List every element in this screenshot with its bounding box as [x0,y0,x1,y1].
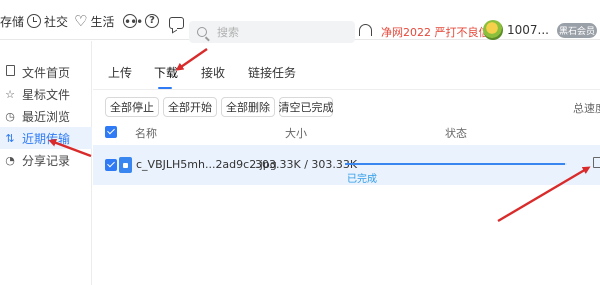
image-file-icon [119,157,132,173]
column-status: 状态 [445,127,467,140]
more-button[interactable]: ••• [123,12,143,30]
nav-life[interactable]: ♡ 生活 [74,12,114,30]
sidebar-item-label: 文件首页 [22,65,71,80]
nav-social-label: 社交 [44,14,69,29]
file-icon [4,65,16,79]
sidebar-item-label: 最近浏览 [22,109,71,124]
search-icon [197,27,207,37]
sidebar-item-transfer[interactable]: ⇅ 近期传输 [0,127,92,149]
search-box[interactable] [189,21,355,43]
sidebar-item-label: 近期传输 [22,131,71,146]
help-button[interactable]: ? [145,12,162,30]
sidebar-item-starred[interactable]: ☆ 星标文件 [0,83,92,105]
sidebar-item-home[interactable]: 文件首页 [0,61,92,83]
sidebar-item-recent[interactable]: ◷ 最近浏览 [0,105,92,127]
sidebar-item-label: 星标文件 [22,87,71,102]
nav-storage-label: 存储 [0,14,25,29]
table-header: 名称 大小 状态 [93,122,600,142]
headset-icon[interactable] [359,24,372,36]
recent-icon: ◷ [5,109,15,123]
message-icon [169,17,184,29]
transfer-icon: ⇅ [5,131,15,145]
help-icon: ? [145,14,159,28]
search-input[interactable] [217,25,347,39]
tab-link-tasks[interactable]: 链接任务 [248,64,296,81]
nav-social[interactable]: 社交 [27,12,68,30]
message-button[interactable] [169,14,184,32]
top-bar: 存储 社交 ♡ 生活 ••• ? 净网2022 严打不良信息 1007... 黑… [0,0,600,43]
stop-all-button[interactable]: 全部停止 [105,97,159,117]
row-checkbox[interactable] [105,159,117,171]
star-icon: ☆ [5,87,15,101]
tab-upload[interactable]: 上传 [108,64,132,81]
file-size: 303.33K / 303.33K [255,158,358,171]
nav-life-label: 生活 [90,14,115,29]
status-text: 已完成 [347,174,377,185]
total-speed-label: 总速度 [573,102,600,115]
more-icon: ••• [123,14,143,29]
tab-download[interactable]: 下载 [154,64,178,81]
share-icon: ◔ [5,153,15,167]
username[interactable]: 1007... [507,23,549,37]
column-name: 名称 [135,127,157,140]
select-all-checkbox[interactable] [105,126,117,138]
avatar[interactable] [483,20,503,40]
sidebar: 文件首页 ☆ 星标文件 ◷ 最近浏览 ⇅ 近期传输 ◔ 分享记录 [0,41,92,285]
start-all-button[interactable]: 全部开始 [163,97,217,117]
open-file-icon[interactable] [593,157,600,168]
heart-icon: ♡ [74,12,88,30]
progress-bar [345,163,567,165]
column-size: 大小 [285,127,307,140]
tab-receive[interactable]: 接收 [201,64,225,81]
sidebar-item-label: 分享记录 [22,153,71,168]
progress-fill [345,163,565,165]
sidebar-item-share[interactable]: ◔ 分享记录 [0,149,92,171]
vip-badge[interactable]: 黑石会员 [557,23,597,38]
nav-storage[interactable]: 存储 [0,12,24,30]
clock-icon [27,14,41,28]
clear-completed-button[interactable]: 清空已完成 [279,97,334,117]
tab-divider [93,89,600,90]
delete-all-button[interactable]: 全部删除 [221,97,275,117]
